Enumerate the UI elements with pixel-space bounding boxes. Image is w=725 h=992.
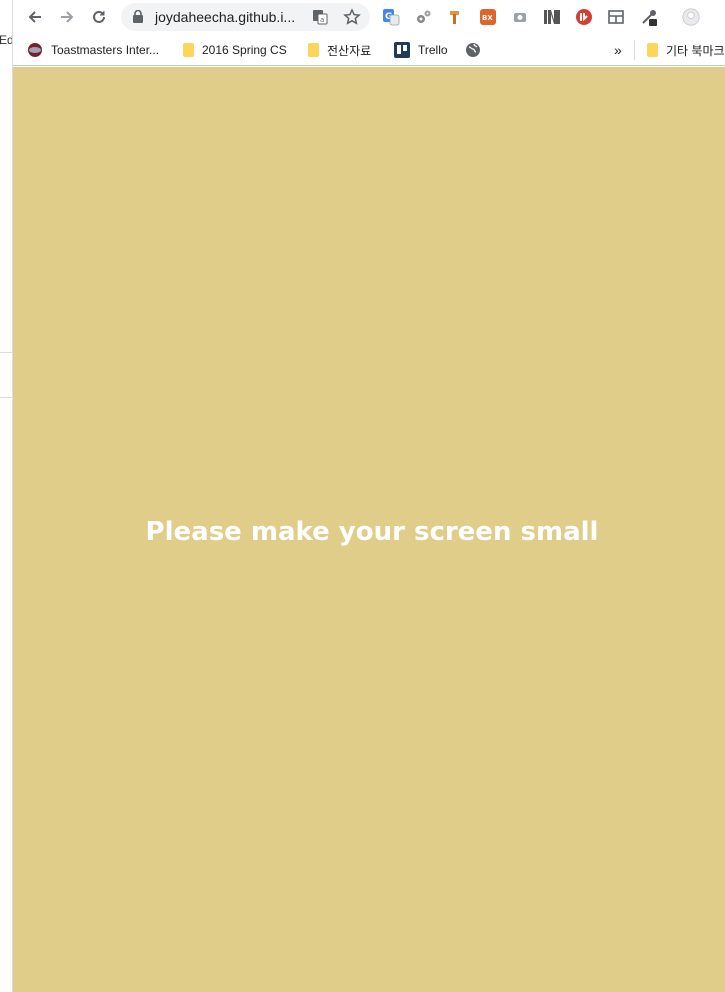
arrow-left-icon	[28, 11, 41, 23]
background-window-text: Edi	[0, 33, 12, 47]
url-text: joydaheecha.github.i...	[155, 9, 296, 25]
other-bookmarks-folder[interactable]: 기타 북마크	[647, 41, 725, 59]
page-heading: Please make your screen small	[145, 517, 599, 547]
reload-icon	[93, 10, 105, 23]
wn-extension-icon[interactable]	[543, 8, 561, 26]
browser-window: joydaheecha.github.i... a G BX Toastmast…	[13, 0, 725, 992]
bookmark-globe[interactable]	[465, 41, 489, 59]
layout-icon[interactable]	[607, 8, 625, 26]
gears-icon[interactable]	[415, 8, 433, 26]
back-button[interactable]	[23, 5, 47, 29]
page-content: Please make your screen small	[13, 67, 725, 992]
translate-icon[interactable]: a	[312, 9, 328, 25]
bookmarks-overflow-button[interactable]: »	[614, 41, 622, 59]
hammer-icon[interactable]	[447, 8, 465, 26]
divider	[0, 397, 13, 398]
background-window-edge[interactable]: Edi	[0, 0, 13, 992]
folder-icon	[647, 43, 658, 57]
bookmarks-bar: Toastmasters Inter... 2016 Spring CS 전산자…	[13, 34, 725, 66]
bookmark-trello[interactable]: Trello	[394, 41, 448, 59]
folder-icon	[308, 43, 319, 57]
address-bar[interactable]: joydaheecha.github.i... a	[121, 3, 370, 31]
trello-icon	[394, 42, 410, 58]
bookmark-label: Toastmasters Inter...	[51, 43, 160, 57]
bookmark-label: 2016 Spring CS	[202, 43, 287, 57]
reload-button[interactable]	[87, 5, 111, 29]
forward-button[interactable]	[55, 5, 79, 29]
other-bookmarks-label: 기타 북마크	[666, 43, 725, 58]
divider	[0, 352, 13, 353]
eyedropper-icon[interactable]	[640, 8, 658, 26]
toastmasters-icon	[27, 42, 43, 58]
browser-toolbar: joydaheecha.github.i... a G BX	[13, 0, 725, 34]
bookmark-label: 전산자료	[327, 43, 372, 58]
overflow-chevron-icon: »	[614, 42, 622, 58]
bookmark-2016-spring-cs[interactable]: 2016 Spring CS	[183, 41, 287, 59]
svg-text:BX: BX	[482, 14, 493, 22]
folder-icon	[183, 43, 194, 57]
bookmarks-divider	[634, 40, 635, 60]
svg-text:a: a	[320, 16, 324, 24]
profile-icon[interactable]	[682, 8, 700, 26]
bookmark-label: Trello	[418, 43, 448, 57]
red-extension-icon[interactable]	[575, 8, 593, 26]
arrow-right-icon	[61, 11, 74, 23]
bx-extension-icon[interactable]: BX	[479, 8, 497, 26]
lock-icon	[133, 10, 143, 23]
globe-icon	[465, 42, 481, 58]
google-translate-icon[interactable]: G	[382, 8, 400, 26]
bookmark-folder-data[interactable]: 전산자료	[308, 41, 371, 59]
camera-icon[interactable]	[511, 8, 529, 26]
star-icon[interactable]	[343, 8, 361, 26]
screen: Edi joydaheecha.github.i... a G	[0, 0, 725, 992]
bookmark-toastmasters[interactable]: Toastmasters Inter...	[27, 41, 159, 59]
